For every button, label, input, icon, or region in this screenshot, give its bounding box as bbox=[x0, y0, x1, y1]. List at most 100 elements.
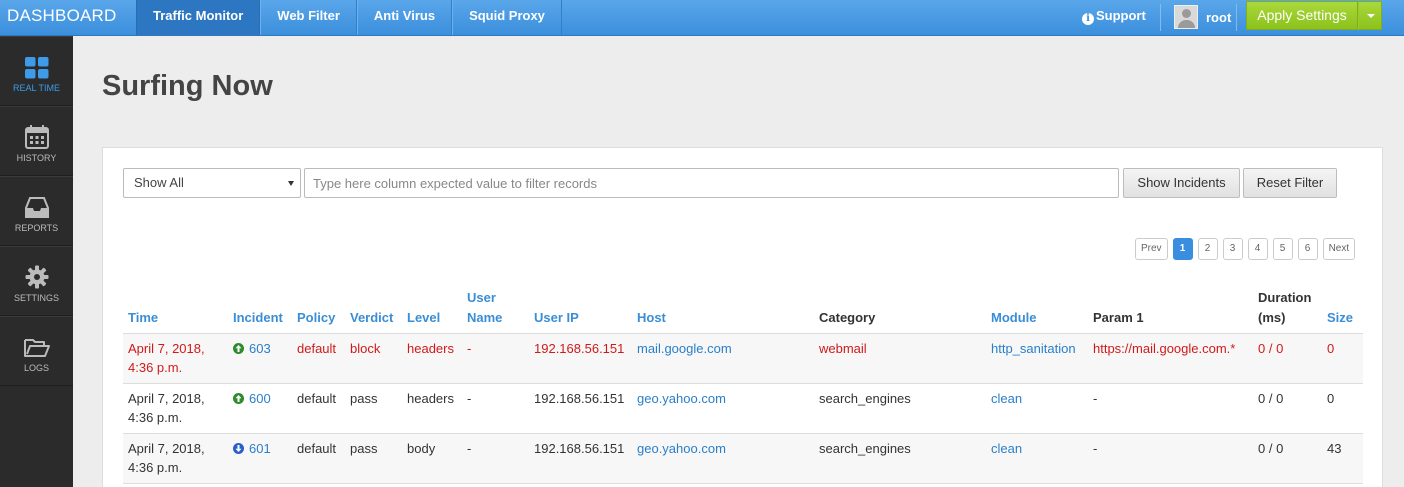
column-header-policy[interactable]: Policy bbox=[292, 288, 345, 334]
table-row: April 7, 2018, 4:36 p.m. 600 default pass… bbox=[123, 383, 1363, 434]
apply-settings-dropdown-toggle[interactable] bbox=[1358, 1, 1382, 30]
column-header-verdict[interactable]: Verdict bbox=[345, 288, 402, 334]
sidebar-item-label: LOGS bbox=[23, 363, 49, 373]
arrow-up-circle-icon bbox=[233, 393, 244, 404]
table-row: April 7, 2018, 4:36 p.m. 603 default bloc… bbox=[123, 333, 1363, 384]
sidebar-item-real-time[interactable]: REAL TIME bbox=[0, 36, 73, 106]
sidebar-item-label: REAL TIME bbox=[12, 83, 60, 93]
apply-settings-button[interactable]: Apply Settings bbox=[1246, 1, 1358, 30]
navbar-divider bbox=[1160, 4, 1161, 31]
host-link[interactable]: geo.yahoo.com bbox=[637, 441, 726, 456]
header-line: Duration bbox=[1258, 290, 1312, 305]
sidebar-item-history[interactable]: HISTORY bbox=[0, 106, 73, 176]
cell-time: April 7, 2018, 4:36 p.m. bbox=[123, 383, 228, 434]
header-line: (ms) bbox=[1258, 310, 1286, 325]
filter-input[interactable] bbox=[304, 168, 1119, 198]
support-link[interactable]: i Support bbox=[1082, 0, 1146, 35]
tab-web-filter[interactable]: Web Filter bbox=[260, 0, 357, 35]
header-line: Name bbox=[467, 310, 503, 325]
column-header-time[interactable]: Time bbox=[123, 288, 228, 334]
pager-next[interactable]: Next bbox=[1322, 238, 1356, 260]
cell-level: headers bbox=[402, 383, 462, 434]
cell-module: http_sanitation bbox=[986, 333, 1088, 384]
module-link[interactable]: clean bbox=[991, 391, 1022, 406]
cell-verdict: pass bbox=[345, 433, 402, 484]
page-title: Surfing Now bbox=[102, 70, 273, 102]
module-link[interactable]: http_sanitation bbox=[991, 341, 1076, 356]
cell-param1: https://mail.google.com.* bbox=[1088, 333, 1253, 384]
sidebar-item-label: HISTORY bbox=[16, 153, 57, 163]
cell-verdict: pass bbox=[345, 383, 402, 434]
cell-host: geo.yahoo.com bbox=[632, 433, 814, 484]
column-header-duration: Duration (ms) bbox=[1253, 288, 1322, 334]
cell-host: mail.google.com bbox=[632, 333, 814, 384]
time-clock: 4:36 p.m. bbox=[128, 460, 183, 475]
column-header-user-ip[interactable]: User IP bbox=[529, 288, 632, 334]
column-header-size[interactable]: Size bbox=[1322, 288, 1363, 334]
tab-squid-proxy[interactable]: Squid Proxy bbox=[452, 0, 562, 35]
incident-link[interactable]: 603 bbox=[249, 341, 271, 356]
user-name: root bbox=[1206, 9, 1232, 25]
cell-host: geo.yahoo.com bbox=[632, 383, 814, 434]
cell-policy: default bbox=[292, 383, 345, 434]
support-label: Support bbox=[1096, 8, 1146, 23]
pager-page-5[interactable]: 5 bbox=[1272, 238, 1293, 260]
table-row: April 7, 2018, 4:36 p.m. 601 default pass… bbox=[123, 433, 1363, 484]
column-header-module[interactable]: Module bbox=[986, 288, 1088, 334]
cell-size: 0 bbox=[1322, 333, 1363, 384]
pager-page-1[interactable]: 1 bbox=[1172, 238, 1193, 260]
time-date: April 7, 2018, bbox=[128, 441, 205, 456]
host-link[interactable]: geo.yahoo.com bbox=[637, 391, 726, 406]
cell-verdict: block bbox=[345, 333, 402, 384]
main-nav: Traffic Monitor Web Filter Anti Virus Sq… bbox=[136, 0, 562, 35]
tab-anti-virus[interactable]: Anti Virus bbox=[356, 0, 453, 35]
time-clock: 4:36 p.m. bbox=[128, 410, 183, 425]
column-header-host[interactable]: Host bbox=[632, 288, 814, 334]
tab-traffic-monitor[interactable]: Traffic Monitor bbox=[136, 0, 261, 35]
arrow-up-circle-icon bbox=[233, 343, 244, 354]
sidebar-item-label: SETTINGS bbox=[13, 293, 59, 303]
column-header-user-name[interactable]: User Name bbox=[462, 288, 529, 334]
reset-filter-button[interactable]: Reset Filter bbox=[1243, 168, 1337, 198]
header-line: User bbox=[467, 290, 496, 305]
inbox-icon bbox=[0, 177, 73, 221]
incident-link[interactable]: 601 bbox=[249, 441, 271, 456]
cell-param1: - bbox=[1088, 433, 1253, 484]
grid-icon bbox=[0, 37, 73, 81]
incident-link[interactable]: 600 bbox=[249, 391, 271, 406]
cell-category: webmail bbox=[814, 333, 986, 384]
gear-icon bbox=[0, 247, 73, 291]
cell-user-name: - bbox=[462, 433, 529, 484]
cell-size: 43 bbox=[1322, 433, 1363, 484]
time-date: April 7, 2018, bbox=[128, 341, 205, 356]
column-header-category: Category bbox=[814, 288, 986, 334]
arrow-down-circle-icon bbox=[233, 443, 244, 454]
show-incidents-button[interactable]: Show Incidents bbox=[1123, 168, 1240, 198]
sidebar-item-logs[interactable]: LOGS bbox=[0, 316, 73, 386]
cell-user-name: - bbox=[462, 383, 529, 434]
folder-icon bbox=[0, 317, 73, 361]
sidebar-item-settings[interactable]: SETTINGS bbox=[0, 246, 73, 316]
time-date: April 7, 2018, bbox=[128, 391, 205, 406]
column-header-param1: Param 1 bbox=[1088, 288, 1253, 334]
pager-page-6[interactable]: 6 bbox=[1297, 238, 1318, 260]
column-header-incident[interactable]: Incident bbox=[228, 288, 292, 334]
column-header-level[interactable]: Level bbox=[402, 288, 462, 334]
pager-page-4[interactable]: 4 bbox=[1247, 238, 1268, 260]
pager-prev[interactable]: Prev bbox=[1135, 238, 1168, 260]
sidebar-item-reports[interactable]: REPORTS bbox=[0, 176, 73, 246]
host-link[interactable]: mail.google.com bbox=[637, 341, 732, 356]
cell-user-name: - bbox=[462, 333, 529, 384]
user-menu[interactable]: root bbox=[1174, 3, 1231, 31]
calendar-icon bbox=[0, 107, 73, 151]
cell-module: clean bbox=[986, 433, 1088, 484]
brand-logo[interactable]: DASHBOARD bbox=[0, 0, 136, 35]
pager-page-3[interactable]: 3 bbox=[1222, 238, 1243, 260]
module-link[interactable]: clean bbox=[991, 441, 1022, 456]
cell-level: headers bbox=[402, 333, 462, 384]
pagination: Prev 1 2 3 4 5 6 Next bbox=[1135, 238, 1360, 260]
cell-category: search_engines bbox=[814, 433, 986, 484]
sidebar: REAL TIME HISTORY REPORTS SETTINGS LOGS bbox=[0, 36, 73, 487]
filter-select[interactable]: Show All bbox=[123, 168, 301, 198]
pager-page-2[interactable]: 2 bbox=[1197, 238, 1218, 260]
